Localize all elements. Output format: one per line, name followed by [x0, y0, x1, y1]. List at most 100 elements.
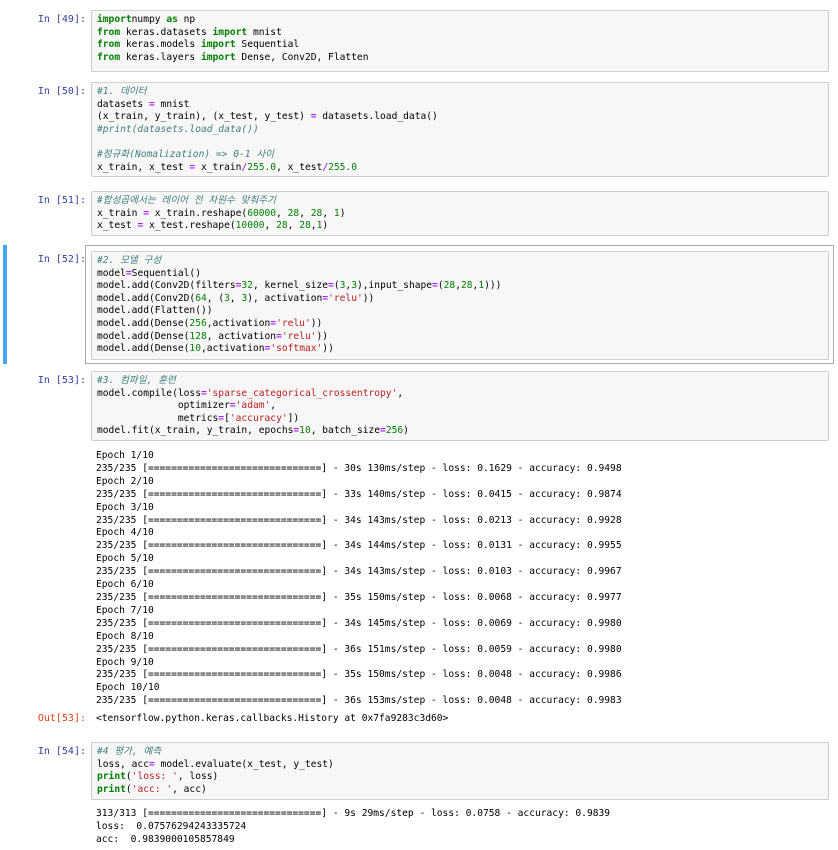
code-token: , ( — [206, 292, 225, 304]
code-token: , — [276, 207, 288, 219]
code-line: metrics=['accuracy']) — [97, 413, 823, 426]
code-token: import — [200, 51, 236, 63]
cell-50-prompt: In [50]: — [37, 86, 86, 97]
code-token: 256 — [385, 425, 404, 437]
cell-53-input[interactable]: #3. 컴파일, 훈련 model.compile(loss='sparse_ca… — [91, 371, 829, 441]
code-token: 'relu' — [281, 330, 317, 342]
code-token: 'adam' — [235, 400, 271, 412]
code-token: model — [97, 267, 126, 279]
code-token: , x_test — [276, 161, 323, 173]
code-token: #정규화(Nomalization) => 0-1 사이 — [97, 148, 274, 160]
code-token: )) — [316, 330, 329, 342]
code-line: from keras.models import Sequential — [97, 39, 823, 52]
cell-49-input[interactable]: importnumpy as np from keras.datasets imp… — [91, 10, 829, 72]
output-line: Epoch 4/10 — [96, 527, 154, 539]
code-token: 28 — [287, 207, 300, 219]
code-token: model.compile(loss — [97, 387, 201, 399]
code-token: 10 — [299, 425, 311, 437]
code-line: #정규화(Nomalization) => 0-1 사이 — [97, 149, 823, 162]
code-token: #1. 데이터 — [97, 86, 147, 97]
output-line: 235/235 [==============================]… — [96, 591, 622, 603]
code-line: loss, acc= model.evaluate(x_test, y_test… — [97, 759, 823, 772]
code-token: 255.0 — [247, 161, 277, 173]
code-token: loss, acc — [97, 758, 149, 770]
code-line: importnumpy as np — [97, 14, 823, 27]
code-line: model.fit(x_train, y_train, epochs=10, b… — [97, 425, 823, 438]
code-token: print — [97, 771, 126, 783]
code-token: x_train — [195, 161, 242, 173]
code-token: x_train — [97, 207, 144, 219]
code-token: 'relu' — [276, 317, 311, 329]
code-line: print('acc: ', acc) — [97, 784, 823, 797]
cell-50-input[interactable]: #1. 데이터 datasets = mnist (x_train, y_train… — [91, 82, 829, 177]
code-token: 60000 — [247, 207, 277, 219]
cell-54-prompt: In [54]: — [37, 746, 86, 757]
code-token: keras.datasets — [120, 26, 213, 38]
code-token: 32 — [241, 280, 253, 292]
code-token: x_train.reshape( — [149, 207, 248, 219]
output-line: acc: 0.9839000105857849 — [96, 833, 235, 845]
code-token: keras.models — [120, 39, 201, 51]
code-line: x_test = x_test.reshape(10000, 28, 28,1) — [97, 220, 823, 233]
code-token: , — [264, 220, 277, 232]
code-token: )) — [310, 317, 323, 329]
output-line: Epoch 2/10 — [96, 475, 154, 487]
code-line: #3. 컴파일, 훈련 — [97, 375, 823, 388]
code-line: model.add(Dense(256,activation='relu')) — [97, 318, 823, 331]
code-token: 255.0 — [328, 161, 357, 173]
code-token: mnist — [154, 98, 190, 110]
code-line: #합성곱에서는 레이어 전 차원수 맞춰주기 — [97, 195, 823, 208]
code-token: #3. 컴파일, 훈련 — [97, 375, 176, 386]
code-token: , — [229, 292, 242, 304]
code-token: model.fit(x_train, y_train, epochs — [97, 425, 294, 437]
code-token: , activation — [206, 330, 277, 342]
code-token: , — [299, 207, 311, 219]
code-line: model.add(Dense(10,activation='softmax')… — [97, 343, 823, 356]
code-token: ),input_shape — [356, 280, 433, 292]
code-token: x_train, x_test — [97, 161, 190, 173]
output-line: loss: 0.07576294243335724 — [96, 820, 247, 832]
code-token: , — [287, 220, 300, 232]
code-token: as — [166, 14, 178, 25]
code-token: Sequential() — [131, 267, 201, 279]
code-token: import — [97, 14, 132, 25]
cell-54-code: #4 평가, 예측 loss, acc= model.evaluate(x_tes… — [97, 746, 823, 796]
code-line: #4 평가, 예측 — [97, 746, 823, 759]
output-line: 235/235 [==============================]… — [96, 643, 622, 655]
code-token: , — [270, 400, 277, 412]
code-token: keras.layers — [120, 51, 201, 63]
code-token: 'loss: ' — [131, 771, 178, 783]
code-line: (x_train, y_train), (x_test, y_test) = d… — [97, 111, 823, 124]
code-token: model.evaluate(x_test, y_test) — [154, 758, 334, 770]
code-token: import — [212, 26, 248, 38]
output-line: Epoch 7/10 — [96, 604, 154, 616]
cell-51-input[interactable]: #합성곱에서는 레이어 전 차원수 맞춰주기 x_train = x_train.… — [91, 191, 829, 236]
code-line: model=Sequential() — [97, 268, 823, 281]
code-token: , kernel_size — [252, 280, 329, 292]
code-token: , batch_size — [310, 425, 381, 437]
code-token: (x_train, y_train), (x_test, y_test) — [97, 111, 311, 123]
output-line: 235/235 [==============================]… — [96, 695, 622, 707]
code-token: )) — [362, 292, 375, 304]
code-token: mnist — [247, 26, 282, 38]
code-line: model.add(Conv2D(64, (3, 3), activation=… — [97, 293, 823, 306]
code-token: 28 — [443, 280, 456, 292]
code-token: from — [97, 26, 121, 38]
code-token: ,activation — [206, 317, 271, 329]
cell-54-input[interactable]: #4 평가, 예측 loss, acc= model.evaluate(x_tes… — [91, 742, 829, 800]
code-token: 10 — [189, 343, 201, 355]
output-line: Epoch 3/10 — [96, 501, 154, 513]
cell-52-prompt: In [52]: — [37, 254, 86, 265]
code-token: 10000 — [235, 220, 265, 232]
code-token: , acc) — [172, 783, 207, 795]
code-token: 28 — [460, 280, 473, 292]
code-token: model.add(Dense( — [97, 317, 190, 329]
code-token: , — [322, 207, 334, 219]
cell-52-input[interactable]: #2. 모델 구성 model=Sequential() model.add(Con… — [91, 251, 829, 360]
code-token: #2. 모델 구성 — [97, 255, 162, 266]
cell-50-code: #1. 데이터 datasets = mnist (x_train, y_train… — [97, 86, 823, 174]
code-line: from keras.layers import Dense, Conv2D, … — [97, 52, 823, 65]
code-token: from — [97, 39, 121, 51]
code-token: Sequential — [235, 39, 300, 51]
